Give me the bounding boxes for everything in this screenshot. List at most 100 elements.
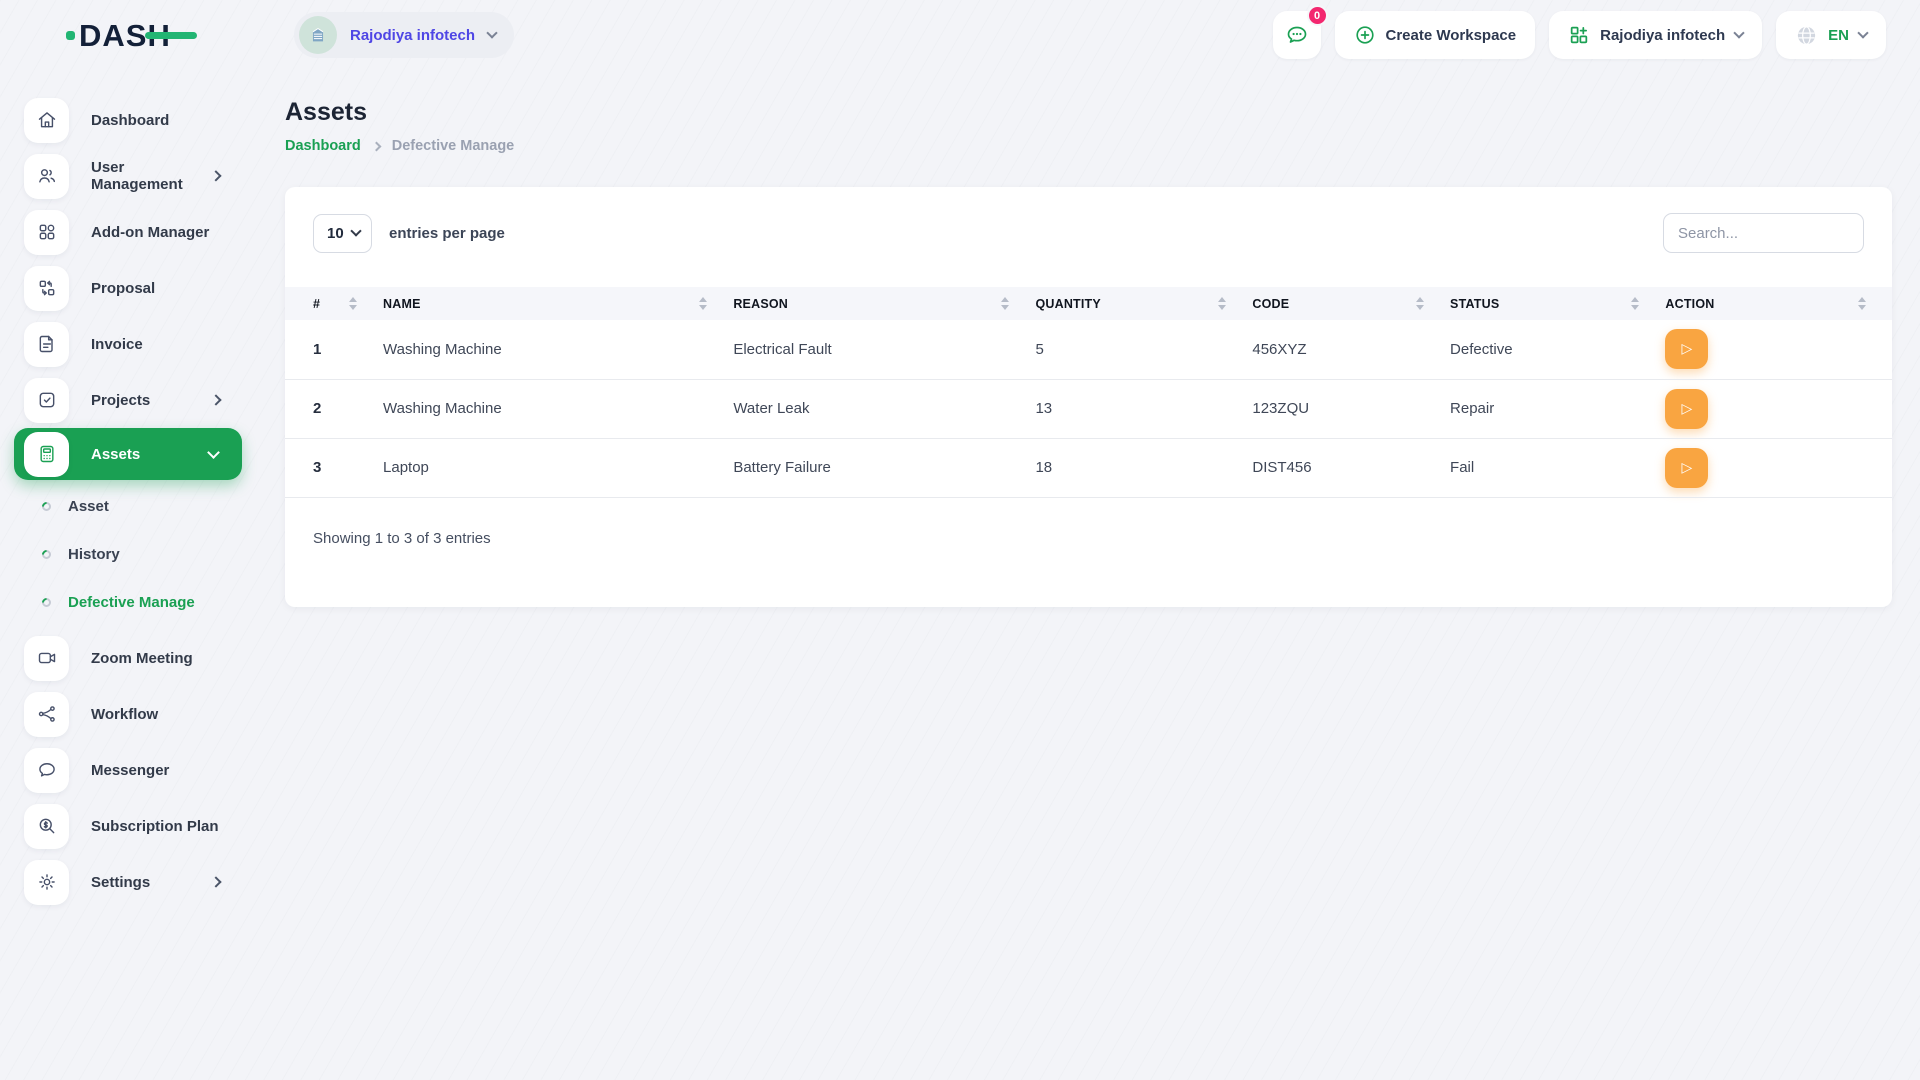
sidebar-item-label: Zoom Meeting <box>91 649 193 667</box>
topbar: Rajodiya infotech 0 Create Workspace Raj… <box>256 0 1920 70</box>
breadcrumb-current: Defective Manage <box>391 138 515 154</box>
notification-badge: 0 <box>1306 5 1328 26</box>
sidebar-subitem-history[interactable]: History <box>0 530 256 578</box>
video-camera-icon <box>24 635 69 681</box>
column-header-quantity[interactable]: QUANTITY <box>1035 287 1252 320</box>
column-label: REASON <box>733 296 789 311</box>
cell-quantity: 13 <box>1035 400 1053 417</box>
column-label: NAME <box>383 296 421 311</box>
swap-icon <box>24 265 69 311</box>
main-content: Assets Dashboard Defective Manage 10 ent… <box>256 70 1920 607</box>
table-row: 2 Washing Machine Water Leak 13 123ZQU R… <box>285 379 1892 438</box>
sidebar-item-invoice[interactable]: Invoice <box>0 316 256 372</box>
caret-right-icon: ▷ <box>1681 341 1693 358</box>
sidebar-item-label: Invoice <box>91 335 143 353</box>
caret-right-icon: ▷ <box>1681 459 1693 476</box>
sidebar-subitem-defective-manage[interactable]: Defective Manage <box>0 578 256 626</box>
cell-reason: Electrical Fault <box>733 340 832 358</box>
column-header-status[interactable]: STATUS <box>1450 287 1665 320</box>
column-header-reason[interactable]: REASON <box>733 287 1035 320</box>
cell-code: 123ZQU <box>1252 400 1310 417</box>
gear-icon <box>24 859 69 905</box>
sidebar-item-projects[interactable]: Projects <box>0 372 256 428</box>
cell-status: Defective <box>1450 340 1513 358</box>
workspace-name: Rajodiya infotech <box>350 26 476 44</box>
breadcrumb: Dashboard Defective Manage <box>285 138 1892 154</box>
language-dropdown[interactable]: EN <box>1776 11 1886 59</box>
circle-bullet-icon <box>40 499 53 513</box>
sidebar-item-zoom-meeting[interactable]: Zoom Meeting <box>0 630 256 686</box>
cell-name: Washing Machine <box>383 400 502 417</box>
sidebar-subitem-label: Asset <box>68 497 109 515</box>
breadcrumb-dashboard-link[interactable]: Dashboard <box>285 138 361 154</box>
search-dollar-icon <box>24 803 69 849</box>
sort-icon <box>1631 297 1640 310</box>
column-header-name[interactable]: NAME <box>383 287 733 320</box>
language-code: EN <box>1828 26 1849 44</box>
sidebar-item-dashboard[interactable]: Dashboard <box>0 92 256 148</box>
sidebar-item-label: Assets <box>91 445 141 463</box>
check-square-icon <box>24 377 69 423</box>
defective-assets-table: # NAME REASON QUANTITY CODE STATUS ACTIO… <box>285 287 1892 498</box>
workspace-avatar <box>299 16 337 54</box>
row-action-button[interactable]: ▷ <box>1665 447 1709 488</box>
sidebar-item-subscription-plan[interactable]: Subscription Plan <box>0 798 256 854</box>
chevron-down-icon <box>350 225 362 237</box>
grid-icon <box>24 209 69 255</box>
sidebar-item-user-management[interactable]: User Management <box>0 148 256 204</box>
table-card: 10 entries per page # NAME REASON QUANTI… <box>285 187 1892 607</box>
workspace-selector[interactable]: Rajodiya infotech <box>294 12 515 58</box>
sidebar-item-workflow[interactable]: Workflow <box>0 686 256 742</box>
logo-dot-icon <box>66 30 75 40</box>
cell-index: 3 <box>313 459 322 476</box>
chevron-right-icon <box>210 876 222 888</box>
home-icon <box>24 97 69 143</box>
globe-icon <box>1795 24 1818 47</box>
sidebar-subitem-label: Defective Manage <box>68 593 195 611</box>
notifications-button[interactable]: 0 <box>1272 5 1328 59</box>
sidebar-item-settings[interactable]: Settings <box>0 854 256 910</box>
sidebar-item-label: Workflow <box>91 705 159 723</box>
cell-code: DIST456 <box>1252 459 1312 476</box>
cell-name: Laptop <box>383 459 429 476</box>
cell-index: 1 <box>313 340 322 358</box>
assets-submenu: Asset History Defective Manage <box>0 480 256 630</box>
column-header-index[interactable]: # <box>285 287 383 320</box>
sidebar-item-addon-manager[interactable]: Add-on Manager <box>0 204 256 260</box>
sidebar-subitem-asset[interactable]: Asset <box>0 482 256 530</box>
create-workspace-button[interactable]: Create Workspace <box>1334 11 1536 59</box>
page-title: Assets <box>285 98 367 126</box>
dash-logo: DASH <box>66 20 197 51</box>
cell-quantity: 18 <box>1035 459 1053 476</box>
users-icon <box>24 153 69 199</box>
sidebar-item-assets[interactable]: Assets <box>14 428 242 480</box>
table-row: 1 Washing Machine Electrical Fault 5 456… <box>285 320 1892 379</box>
circle-bullet-icon <box>40 547 53 561</box>
sidebar-menu: Dashboard User Management Add-on Manager… <box>0 92 256 910</box>
table-row: 3 Laptop Battery Failure 18 DIST456 Fail… <box>285 438 1892 497</box>
sort-icon <box>1416 297 1425 310</box>
caret-right-icon: ▷ <box>1681 400 1693 417</box>
column-header-code[interactable]: CODE <box>1252 287 1450 320</box>
company-dropdown[interactable]: Rajodiya infotech <box>1549 11 1763 59</box>
cell-reason: Water Leak <box>733 400 810 417</box>
cell-status: Fail <box>1450 459 1475 476</box>
logo-dash-icon <box>144 31 197 39</box>
table-controls: 10 entries per page <box>285 213 1892 253</box>
sidebar-item-proposal[interactable]: Proposal <box>0 260 256 316</box>
search-input[interactable] <box>1663 213 1864 253</box>
sidebar-item-messenger[interactable]: Messenger <box>0 742 256 798</box>
entries-per-page-label: entries per page <box>389 224 505 242</box>
cell-reason: Battery Failure <box>733 459 831 476</box>
sort-icon <box>1218 297 1227 310</box>
column-header-action[interactable]: ACTION <box>1665 287 1892 320</box>
row-action-button[interactable]: ▷ <box>1665 329 1709 370</box>
sidebar-item-label: Projects <box>91 391 151 409</box>
entries-per-page-select[interactable]: 10 <box>313 213 372 253</box>
cell-index: 2 <box>313 400 322 417</box>
cell-quantity: 5 <box>1035 340 1044 358</box>
logo-area[interactable]: DASH <box>0 0 256 70</box>
row-action-button[interactable]: ▷ <box>1665 388 1709 429</box>
calculator-icon <box>24 431 69 477</box>
chevron-down-icon <box>486 27 498 39</box>
